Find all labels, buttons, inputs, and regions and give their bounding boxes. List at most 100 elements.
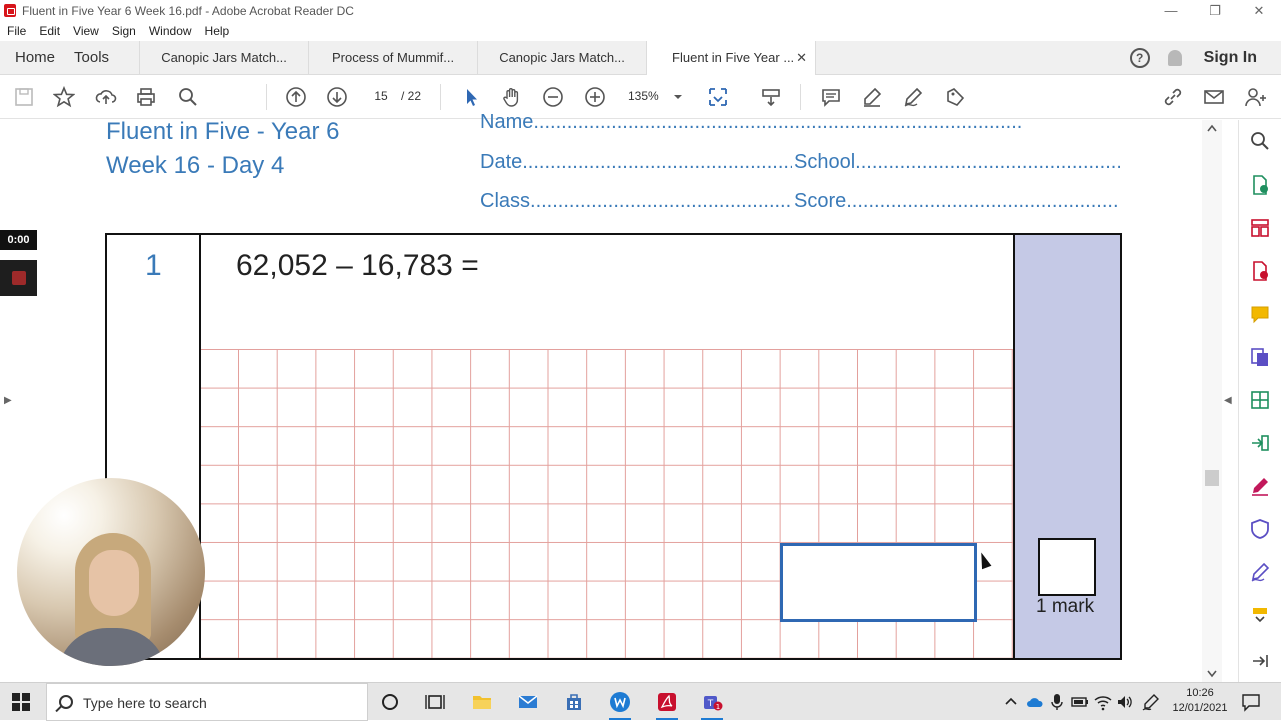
minimize-button[interactable]: —: [1149, 0, 1193, 21]
tab-bar: Home Tools Canopic Jars Match... Process…: [0, 40, 1281, 75]
task-view-icon[interactable]: [424, 691, 446, 713]
menu-sign[interactable]: Sign: [112, 24, 136, 38]
volume-icon[interactable]: [1116, 693, 1134, 711]
clock-time: 10:26: [1186, 687, 1214, 699]
organize-pages-icon[interactable]: [1249, 217, 1271, 239]
protect-icon[interactable]: [1249, 518, 1271, 540]
page-total: / 22: [401, 89, 422, 103]
tab-home[interactable]: Home: [0, 49, 70, 66]
star-icon[interactable]: [52, 85, 76, 109]
onedrive-icon[interactable]: [1026, 694, 1044, 710]
show-hidden-icons-icon[interactable]: [1004, 695, 1018, 709]
tab-document-2[interactable]: Process of Mummif...: [308, 40, 477, 75]
acrobat-taskbar-icon[interactable]: [656, 691, 678, 713]
system-clock[interactable]: 10:26 12/01/2021: [1170, 686, 1230, 716]
previous-page-icon[interactable]: [284, 85, 308, 109]
zoom-in-icon[interactable]: [583, 85, 607, 109]
search-placeholder: Type here to search: [83, 695, 207, 711]
toolbar-separator: [440, 84, 441, 110]
share-link-icon[interactable]: [1161, 85, 1185, 109]
find-icon[interactable]: [176, 85, 200, 109]
scroll-thumb[interactable]: [1205, 470, 1219, 486]
zoom-search-icon[interactable]: [1249, 130, 1271, 152]
cortana-icon[interactable]: [379, 691, 401, 713]
request-signature-icon[interactable]: [1249, 561, 1271, 583]
acrobat-icon: [4, 4, 16, 17]
hand-tool-icon[interactable]: [500, 85, 524, 109]
scroll-up-icon[interactable]: [1207, 124, 1217, 132]
draw-icon[interactable]: [901, 85, 925, 109]
zoom-out-icon[interactable]: [541, 85, 565, 109]
taskbar-search[interactable]: Type here to search: [46, 683, 368, 721]
scroll-down-icon[interactable]: [1207, 670, 1217, 678]
zoom-dropdown-icon[interactable]: [666, 85, 690, 109]
restore-button[interactable]: ❐: [1193, 0, 1237, 21]
tab-document-4[interactable]: Fluent in Five Year ... ✕: [646, 40, 816, 75]
answer-box[interactable]: [780, 543, 977, 622]
pen-ink-icon[interactable]: [1142, 693, 1160, 711]
title-bar: Fluent in Five Year 6 Week 16.pdf - Adob…: [0, 0, 1281, 21]
help-icon[interactable]: ?: [1129, 48, 1150, 68]
fit-page-icon[interactable]: [706, 85, 730, 109]
date-field: Date....................................…: [480, 151, 792, 173]
vertical-scrollbar[interactable]: [1202, 120, 1222, 682]
name-field: Name....................................…: [480, 111, 1023, 133]
send-for-review-icon[interactable]: [1249, 432, 1271, 454]
file-explorer-icon[interactable]: [471, 691, 493, 713]
notifications-icon[interactable]: [1241, 692, 1261, 712]
close-tab-icon[interactable]: ✕: [796, 50, 807, 66]
add-user-icon[interactable]: [1243, 85, 1267, 109]
tab-document-1[interactable]: Canopic Jars Match...: [139, 40, 308, 75]
combine-files-icon[interactable]: [1249, 346, 1271, 368]
svg-text:T: T: [707, 699, 714, 709]
search-icon: [59, 695, 73, 709]
windows-start-icon[interactable]: [12, 693, 30, 711]
battery-power-icon[interactable]: [1071, 694, 1089, 710]
svg-text:1: 1: [716, 703, 720, 711]
question-text: 62,052 – 16,783 =: [236, 249, 479, 282]
scroll-mode-icon[interactable]: [759, 85, 783, 109]
menu-view[interactable]: View: [73, 24, 99, 38]
word-app-icon[interactable]: [609, 691, 631, 713]
select-cursor-icon[interactable]: [459, 85, 483, 109]
collapse-right-panel-icon[interactable]: ◀: [1224, 395, 1232, 406]
menu-edit[interactable]: Edit: [39, 24, 60, 38]
comment-pane-icon[interactable]: [1249, 303, 1271, 325]
upload-cloud-icon[interactable]: [94, 85, 118, 109]
microphone-icon[interactable]: [1050, 693, 1064, 711]
comment-icon[interactable]: [819, 85, 843, 109]
mark-box: [1038, 538, 1096, 596]
email-icon[interactable]: [1202, 85, 1226, 109]
fill-sign-icon[interactable]: [1249, 475, 1271, 497]
wifi-icon[interactable]: [1094, 693, 1112, 711]
store-icon[interactable]: [563, 691, 585, 713]
zoom-level[interactable]: 135%: [628, 86, 659, 106]
edit-pdf-icon[interactable]: [1249, 389, 1271, 411]
next-page-icon[interactable]: [325, 85, 349, 109]
tab-document-3[interactable]: Canopic Jars Match...: [477, 40, 646, 75]
highlight-icon[interactable]: [860, 85, 884, 109]
page-number-input[interactable]: 15: [364, 86, 398, 106]
menu-file[interactable]: File: [7, 24, 26, 38]
close-window-button[interactable]: ✕: [1237, 0, 1281, 21]
edit-text-icon[interactable]: [943, 85, 967, 109]
more-tools-icon[interactable]: [1249, 604, 1271, 626]
teams-icon[interactable]: T1: [701, 691, 723, 713]
tab-tools[interactable]: Tools: [70, 49, 139, 66]
tab-label: Canopic Jars Match...: [161, 50, 287, 65]
menu-window[interactable]: Window: [149, 24, 192, 38]
tab-label: Canopic Jars Match...: [499, 50, 625, 65]
sign-in-button[interactable]: Sign In: [1204, 49, 1257, 67]
save-icon[interactable]: [12, 85, 36, 109]
expand-left-panel-icon[interactable]: ▶: [4, 395, 12, 406]
mail-icon[interactable]: [517, 691, 539, 713]
collapse-pane-icon[interactable]: [1249, 650, 1271, 672]
export-pdf-icon[interactable]: [1249, 174, 1271, 196]
create-pdf-icon[interactable]: [1249, 260, 1271, 282]
tab-label: Process of Mummif...: [332, 50, 455, 65]
notification-bell-icon[interactable]: [1167, 50, 1182, 66]
stop-recording-button[interactable]: [0, 260, 37, 296]
mark-label: 1 mark: [1036, 596, 1095, 617]
print-icon[interactable]: [134, 85, 158, 109]
menu-help[interactable]: Help: [205, 24, 230, 38]
